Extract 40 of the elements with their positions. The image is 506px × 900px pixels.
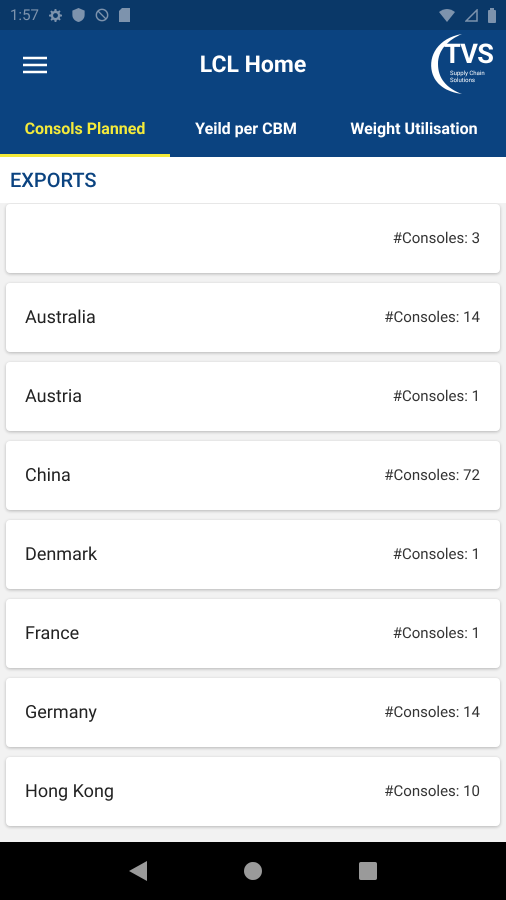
screen-title: LCL Home <box>200 50 306 80</box>
signal-icon <box>465 8 478 22</box>
console-count: #Consoles: 3 <box>392 228 480 250</box>
country-card[interactable]: #Consoles: 3 <box>6 204 500 273</box>
country-card[interactable]: Austria #Consoles: 1 <box>6 362 500 431</box>
shield-icon <box>72 8 85 22</box>
tab[interactable]: Weight Utilisation <box>322 100 506 157</box>
recents-icon[interactable] <box>359 862 378 880</box>
blocked-icon <box>94 8 109 22</box>
console-count: #Consoles: 1 <box>392 623 480 644</box>
country-card[interactable]: Denmark #Consoles: 1 <box>6 520 500 589</box>
console-count: #Consoles: 14 <box>384 702 480 724</box>
battery-icon <box>488 8 496 22</box>
home-icon[interactable] <box>244 862 262 880</box>
console-count: #Consoles: 1 <box>392 386 480 408</box>
country-name: Denmark <box>25 543 98 567</box>
console-count: #Consoles: 10 <box>384 781 480 802</box>
country-name: Germany <box>25 701 97 725</box>
country-name: France <box>25 622 80 646</box>
console-count: #Consoles: 1 <box>392 544 480 566</box>
country-name: China <box>25 464 71 488</box>
country-card[interactable]: Australia #Consoles: 14 <box>6 283 500 352</box>
logo-text: TVS <box>444 41 494 68</box>
back-icon[interactable] <box>128 861 147 881</box>
gear-icon <box>48 8 62 22</box>
wifi-icon <box>439 8 455 22</box>
country-card[interactable]: Germany #Consoles: 14 <box>6 678 500 747</box>
section-heading: EXPORTS <box>0 157 506 203</box>
status-time: 1:57 <box>10 4 39 26</box>
country-card[interactable]: Hong Kong #Consoles: 10 <box>6 757 500 826</box>
sd-card-icon <box>118 8 130 22</box>
tab[interactable]: Yeild per CBM <box>170 100 322 157</box>
country-name: Australia <box>25 306 96 330</box>
console-count: #Consoles: 72 <box>384 465 480 486</box>
country-card[interactable]: China #Consoles: 72 <box>6 441 500 510</box>
console-count: #Consoles: 14 <box>384 307 480 328</box>
country-name: Hong Kong <box>25 780 114 804</box>
country-card[interactable]: France #Consoles: 1 <box>6 599 500 668</box>
country-name: Austria <box>25 385 82 409</box>
menu-icon <box>23 56 47 74</box>
